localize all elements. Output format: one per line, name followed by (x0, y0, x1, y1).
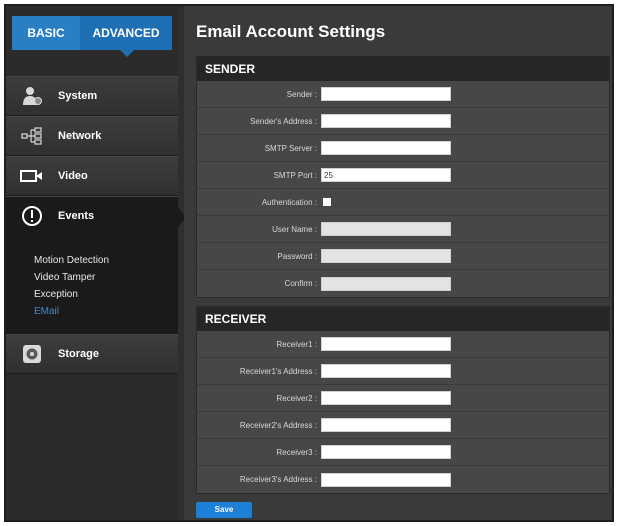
disk-icon (20, 344, 44, 364)
form-row: Receiver2's Address : (197, 412, 609, 439)
app-frame: BASIC ADVANCED System Network Video Even… (4, 4, 614, 522)
form-row: Password : (197, 243, 609, 270)
form-row: SMTP Port : (197, 162, 609, 189)
receiver2-address-input[interactable] (321, 418, 451, 432)
receiver1-address-label: Receiver1's Address : (239, 366, 317, 376)
smtp-port-label: SMTP Port : (273, 170, 317, 180)
sidebar-item-label: System (58, 90, 98, 102)
receiver3-address-input[interactable] (321, 472, 451, 487)
receiver1-address-input[interactable] (321, 364, 451, 378)
sidebar-item-events[interactable]: Events (6, 196, 186, 236)
receiver2-address-label: Receiver2's Address : (239, 420, 317, 430)
sidebar: BASIC ADVANCED System Network Video Even… (6, 6, 186, 520)
camera-icon (20, 166, 44, 186)
receiver3-input[interactable] (321, 445, 451, 459)
tab-basic[interactable]: BASIC (12, 16, 80, 50)
form-row: Sender : (197, 81, 609, 108)
confirm-input[interactable] (321, 276, 451, 291)
receiver3-label: Receiver3 : (276, 447, 317, 457)
tab-advanced[interactable]: ADVANCED (80, 16, 172, 57)
submenu-item-motion-detection[interactable]: Motion Detection (34, 252, 178, 269)
form-row: Receiver3's Address : (197, 466, 609, 493)
sender-label: Sender : (286, 89, 317, 99)
section-header: SENDER (197, 57, 609, 81)
sender-input[interactable] (321, 87, 451, 101)
submenu-item-exception[interactable]: Exception (34, 286, 178, 303)
confirm-label: Confirm : (284, 279, 317, 288)
smtp-server-input[interactable] (321, 141, 451, 155)
password-label: Password : (277, 251, 317, 261)
events-submenu: Motion Detection Video Tamper Exception … (6, 236, 178, 334)
authentication-label: Authentication : (261, 197, 317, 207)
password-input[interactable] (321, 249, 451, 263)
form-row: Confirm : (197, 270, 609, 297)
form-row: Receiver1 : (197, 331, 609, 358)
network-tree-icon (20, 126, 44, 146)
receiver2-input[interactable] (321, 391, 451, 405)
sidebar-item-label: Network (58, 130, 102, 142)
sidebar-item-network[interactable]: Network (6, 116, 178, 156)
section-header: RECEIVER (197, 307, 609, 331)
user-gear-icon (20, 86, 44, 106)
mode-tabs: BASIC ADVANCED (12, 16, 172, 57)
receiver1-input[interactable] (321, 337, 451, 351)
smtp-server-label: SMTP Server : (264, 143, 317, 153)
username-label: User Name : (272, 224, 317, 234)
alert-circle-icon (20, 206, 44, 226)
form-row: Receiver2 : (197, 385, 609, 412)
receiver1-label: Receiver1 : (276, 339, 317, 349)
save-button[interactable]: Save (196, 502, 252, 518)
authentication-checkbox[interactable] (323, 198, 331, 206)
form-row: Sender's Address : (197, 108, 609, 135)
sidebar-item-system[interactable]: System (6, 76, 178, 116)
username-input[interactable] (321, 222, 451, 236)
sidebar-item-label: Video (58, 170, 88, 182)
receiver3-address-label: Receiver3's Address : (239, 475, 317, 484)
form-row: Receiver3 : (197, 439, 609, 466)
form-row: User Name : (197, 216, 609, 243)
sidebar-nav: System Network Video Events Motion Detec… (6, 76, 186, 374)
sidebar-item-label: Storage (58, 348, 99, 360)
sidebar-item-video[interactable]: Video (6, 156, 178, 196)
submenu-item-video-tamper[interactable]: Video Tamper (34, 269, 178, 286)
sidebar-item-label: Events (58, 210, 95, 222)
sender-section: SENDER Sender : Sender's Address : SMTP … (196, 56, 610, 298)
smtp-port-input[interactable] (321, 168, 451, 182)
sender-address-label: Sender's Address : (250, 116, 317, 126)
form-row: Receiver1's Address : (197, 358, 609, 385)
receiver-section: RECEIVER Receiver1 : Receiver1's Address… (196, 306, 610, 494)
page-title: Email Account Settings (196, 22, 386, 41)
form-row: Authentication : (197, 189, 609, 216)
sender-address-input[interactable] (321, 114, 451, 128)
submenu-item-email[interactable]: EMail (34, 303, 178, 320)
sidebar-item-storage[interactable]: Storage (6, 334, 178, 374)
receiver2-label: Receiver2 : (276, 393, 317, 403)
main-content: Email Account Settings SENDER Sender : S… (184, 6, 612, 520)
form-row: SMTP Server : (197, 135, 609, 162)
